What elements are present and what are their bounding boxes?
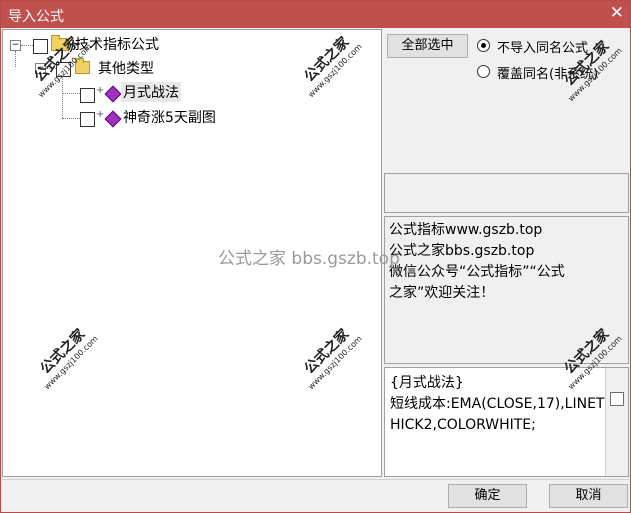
tree-item-label[interactable]: 月式战法 bbox=[121, 82, 181, 102]
info-line: 公式之家bbs.gszb.top bbox=[389, 243, 535, 259]
tree-item-label[interactable]: 神奇涨5天副图 bbox=[123, 107, 216, 127]
select-all-button[interactable]: 全部选中 bbox=[387, 34, 468, 58]
item-checkbox[interactable] bbox=[80, 112, 95, 127]
radio-overwrite-same-name[interactable] bbox=[477, 65, 490, 78]
formula-gem-icon bbox=[104, 110, 122, 128]
info-line: 微信公众号“公式指标”“公式 bbox=[389, 264, 565, 280]
root-collapse-toggle[interactable]: − bbox=[10, 40, 21, 51]
radio-skip-same-name[interactable] bbox=[477, 39, 490, 52]
watermark-text: 公式之家 bbs.gszb.top bbox=[218, 249, 400, 269]
info-text: 公式指标www.gszb.top 公式之家bbs.gszb.top 微信公众号“… bbox=[389, 220, 623, 304]
window-title: 导入公式 bbox=[8, 9, 64, 25]
info-line: 公式指标www.gszb.top bbox=[389, 222, 543, 238]
connector-icon: + bbox=[96, 109, 105, 120]
connector-icon: + bbox=[96, 85, 105, 96]
cancel-button[interactable]: 取消 bbox=[549, 484, 628, 508]
title-bar: 导入公式 ✕ bbox=[1, 1, 630, 28]
formula-gem-icon bbox=[104, 85, 122, 103]
ok-button[interactable]: 确定 bbox=[448, 484, 527, 508]
preview-empty-panel bbox=[384, 173, 629, 213]
close-icon[interactable]: ✕ bbox=[610, 3, 624, 23]
import-formula-dialog: 导入公式 ✕ − 技术指标公式 − 其他类型 + 月式战法 + 神奇涨5天副图 … bbox=[0, 0, 631, 513]
code-option-checkbox[interactable] bbox=[610, 392, 624, 406]
info-line: 之家”欢迎关注！ bbox=[389, 285, 495, 301]
bottom-bar bbox=[2, 479, 629, 512]
